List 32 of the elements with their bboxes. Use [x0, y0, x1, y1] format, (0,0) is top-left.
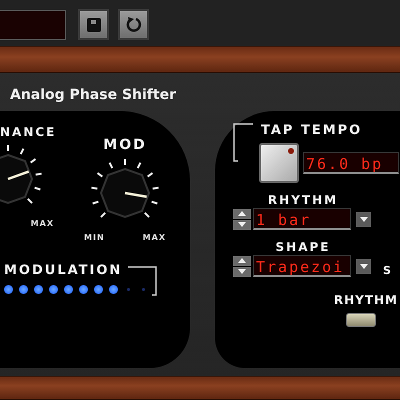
knob-label: MOD	[103, 137, 147, 153]
up-button[interactable]	[233, 256, 251, 266]
dropdown-button[interactable]	[356, 258, 371, 274]
side-label: S	[383, 264, 393, 276]
tap-tempo-label: TAP TEMPO	[261, 123, 362, 138]
caret-icon	[360, 264, 368, 268]
plugin-title: Analog Phase Shifter	[9, 87, 177, 105]
reset-icon	[124, 16, 142, 34]
dropdown-button[interactable]	[356, 212, 371, 226]
reset-button[interactable]	[118, 9, 149, 40]
knob-label: NANCE	[0, 125, 56, 139]
max-label: MAX	[30, 219, 54, 228]
led-icon	[288, 148, 294, 154]
selector-display: 1 bar	[253, 208, 351, 230]
preset-display	[0, 10, 66, 40]
bracket-line	[233, 123, 255, 163]
selector-label: RHYTHM	[268, 193, 338, 207]
min-label: MIN	[84, 233, 105, 242]
meter-label: MODULATION	[4, 263, 122, 278]
switch-label: RHYTHM	[334, 293, 398, 307]
down-button[interactable]	[233, 266, 251, 276]
max-label: MAX	[142, 233, 166, 242]
save-icon	[86, 16, 102, 32]
bpm-display: 76.0 bp	[303, 152, 399, 174]
tap-button[interactable]	[259, 143, 299, 183]
selector-display: Trapezoi	[253, 255, 351, 277]
selector-label: SHAPE	[276, 240, 330, 254]
rhythm-switch[interactable]	[346, 313, 376, 327]
save-button[interactable]	[78, 9, 109, 40]
down-button[interactable]	[233, 220, 251, 230]
up-button[interactable]	[233, 208, 251, 218]
caret-icon	[360, 216, 368, 222]
